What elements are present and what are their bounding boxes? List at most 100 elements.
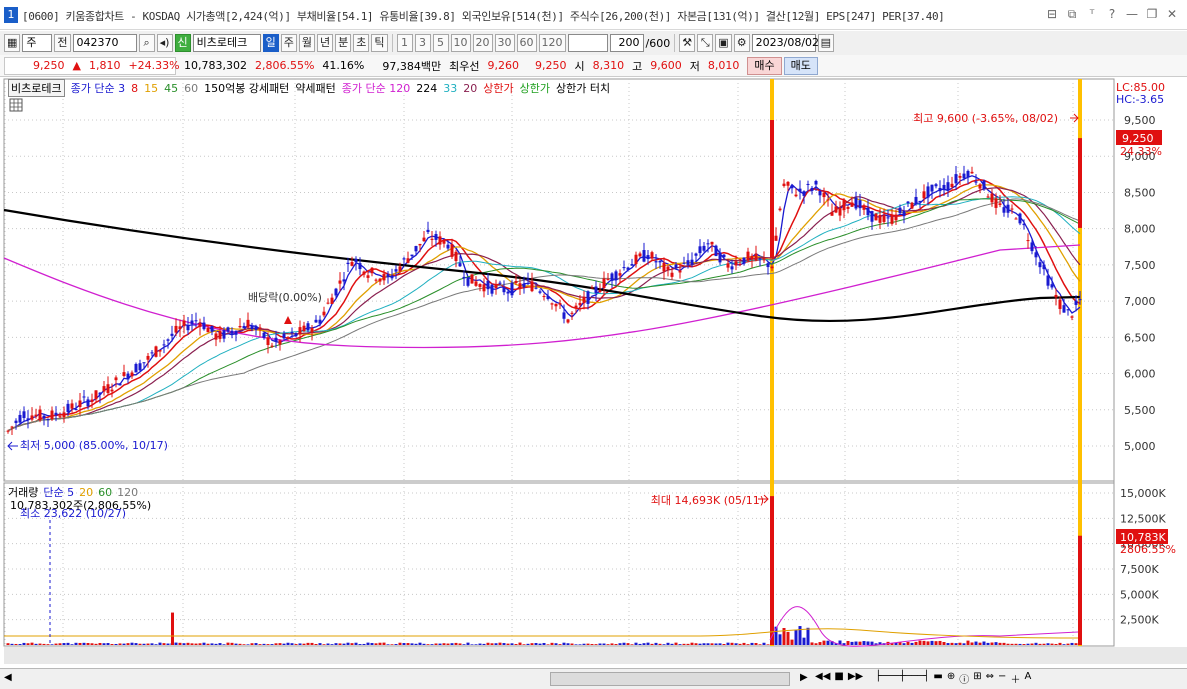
volume-bar <box>498 642 502 645</box>
chart-type-select[interactable]: 주 <box>22 34 53 52</box>
volume-bar <box>346 642 350 645</box>
interval-3-button[interactable]: 3 <box>414 34 431 52</box>
new-badge[interactable]: 신 <box>174 34 191 52</box>
price-legend-item[interactable]: 150억봉 강세패턴 <box>204 80 289 96</box>
help-icon[interactable]: ? <box>1105 6 1119 22</box>
window-number-badge[interactable]: 1 <box>4 7 18 23</box>
volume-bar <box>998 642 1002 645</box>
stock-chart[interactable]: 9,5009,0008,5008,0007,5007,0006,5006,000… <box>0 78 1187 668</box>
interval-120-button[interactable]: 120 <box>538 34 566 52</box>
price-legend-item[interactable]: 33 <box>443 82 457 95</box>
volume-bar <box>682 643 686 645</box>
table-icon[interactable] <box>9 98 23 112</box>
volume-tick-label: 15,000K <box>1120 487 1166 500</box>
price-legend-item[interactable]: 8 <box>131 82 138 95</box>
interval-5-button[interactable]: 5 <box>432 34 449 52</box>
count-input[interactable]: 200 <box>609 34 644 52</box>
candle-body <box>938 187 942 192</box>
price-legend-item[interactable]: 224 <box>416 82 437 95</box>
price-legend-item[interactable]: 비츠로테크 <box>8 79 65 97</box>
font-icon[interactable]: ᵀ <box>1085 6 1099 22</box>
volume-bar <box>582 643 586 645</box>
first-icon[interactable]: ◀◀ <box>815 671 830 686</box>
interval-custom-input[interactable] <box>567 34 608 52</box>
price-legend-item[interactable]: 20 <box>463 82 477 95</box>
crosshair-icon[interactable]: ⊕ <box>947 671 955 686</box>
interval-60-button[interactable]: 60 <box>516 34 537 52</box>
volume-bar <box>414 643 418 645</box>
hc-label: HC:-3.65 <box>1116 93 1164 106</box>
candle-body <box>822 192 826 198</box>
price-legend-item[interactable]: 약세패턴 <box>295 80 335 96</box>
interval-20-button[interactable]: 20 <box>472 34 493 52</box>
candle-body <box>190 320 194 324</box>
candle-body <box>790 185 794 189</box>
prev-button[interactable]: 전 <box>54 34 71 52</box>
candle-body <box>122 372 126 376</box>
zoom-out-icon[interactable]: − <box>998 671 1006 686</box>
price-legend-item[interactable]: 60 <box>184 82 198 95</box>
stop-icon[interactable]: ■ <box>834 671 843 686</box>
speaker-icon[interactable]: ◂) <box>156 34 173 52</box>
zoom-in-icon[interactable]: ＋ <box>1010 671 1020 686</box>
scroll-left-icon[interactable]: ◀ <box>4 672 12 683</box>
period-day-button[interactable]: 일 <box>262 34 279 52</box>
date-input[interactable]: 2023/08/02 <box>751 34 819 52</box>
interval-30-button[interactable]: 30 <box>494 34 515 52</box>
layout-split-icon[interactable]: ⊞ <box>973 671 981 686</box>
next-icon[interactable]: ▶▶ <box>848 671 863 686</box>
interval-10-button[interactable]: 10 <box>450 34 471 52</box>
volume-bar <box>494 643 498 645</box>
search-icon[interactable]: ⌕ <box>138 34 155 52</box>
restore-icon[interactable]: ❐ <box>1145 6 1159 22</box>
volume-bar <box>946 643 950 645</box>
zoom-slider[interactable]: ├───┼───┤ <box>875 671 929 686</box>
period-minute-button[interactable]: 분 <box>335 34 352 52</box>
price-legend-item[interactable]: 45 <box>164 82 178 95</box>
price-tick-label: 5,000 <box>1124 440 1156 453</box>
calendar-icon[interactable]: ▤ <box>817 34 835 52</box>
indicator-icon[interactable]: ⚒ <box>679 34 696 52</box>
minimize-icon[interactable]: — <box>1125 6 1139 22</box>
period-week-button[interactable]: 주 <box>280 34 297 52</box>
zoom-handle-icon[interactable]: ▬ <box>933 671 942 686</box>
separator <box>674 34 676 52</box>
volume-bar <box>158 642 162 645</box>
period-month-button[interactable]: 월 <box>298 34 316 52</box>
price-legend-item[interactable]: 상한가 터치 <box>556 80 610 96</box>
price-legend-item[interactable]: 상한가 <box>483 80 513 96</box>
sell-button[interactable]: 매도 <box>783 56 818 75</box>
fit-icon[interactable]: ⇔ <box>986 671 994 686</box>
draw-tool-icon[interactable]: ⤡ <box>697 34 714 52</box>
copy-icon[interactable]: ⧉ <box>1065 6 1079 22</box>
interval-1-button[interactable]: 1 <box>396 34 413 52</box>
stock-code-input[interactable]: 042370 <box>72 34 137 52</box>
candle-body <box>450 244 454 257</box>
period-second-button[interactable]: 초 <box>353 34 370 52</box>
volume-bar <box>374 643 378 645</box>
scroll-thumb[interactable] <box>550 672 790 686</box>
save-icon[interactable]: ▣ <box>715 34 732 52</box>
price-legend-item[interactable]: 상한가 <box>520 80 550 96</box>
volume-bar <box>190 643 194 645</box>
volume-bar <box>290 643 294 645</box>
price-legend-item[interactable]: 종가 단순 120 <box>342 80 410 96</box>
volume-bar <box>846 641 850 645</box>
price-legend-item[interactable]: 종가 단순 3 <box>71 80 125 96</box>
scroll-right-icon[interactable]: ▶ <box>800 672 808 683</box>
buy-button[interactable]: 매수 <box>747 56 782 75</box>
candle-body <box>6 430 10 432</box>
text-icon[interactable]: A <box>1024 671 1031 686</box>
volume-bar <box>866 641 870 645</box>
volume-bar <box>750 642 754 645</box>
price-legend-item[interactable]: 15 <box>144 82 158 95</box>
grid-icon[interactable]: ▦ <box>4 34 21 52</box>
period-year-button[interactable]: 년 <box>317 34 334 52</box>
info-icon[interactable]: ⓘ <box>959 671 969 686</box>
candle-body <box>254 326 258 330</box>
settings-gear-icon[interactable]: ⚙ <box>733 34 750 52</box>
period-tick-button[interactable]: 틱 <box>371 34 388 52</box>
volume-bar <box>598 643 602 645</box>
close-icon[interactable]: ✕ <box>1165 6 1179 22</box>
layout-icon[interactable]: ⊟ <box>1045 6 1059 22</box>
